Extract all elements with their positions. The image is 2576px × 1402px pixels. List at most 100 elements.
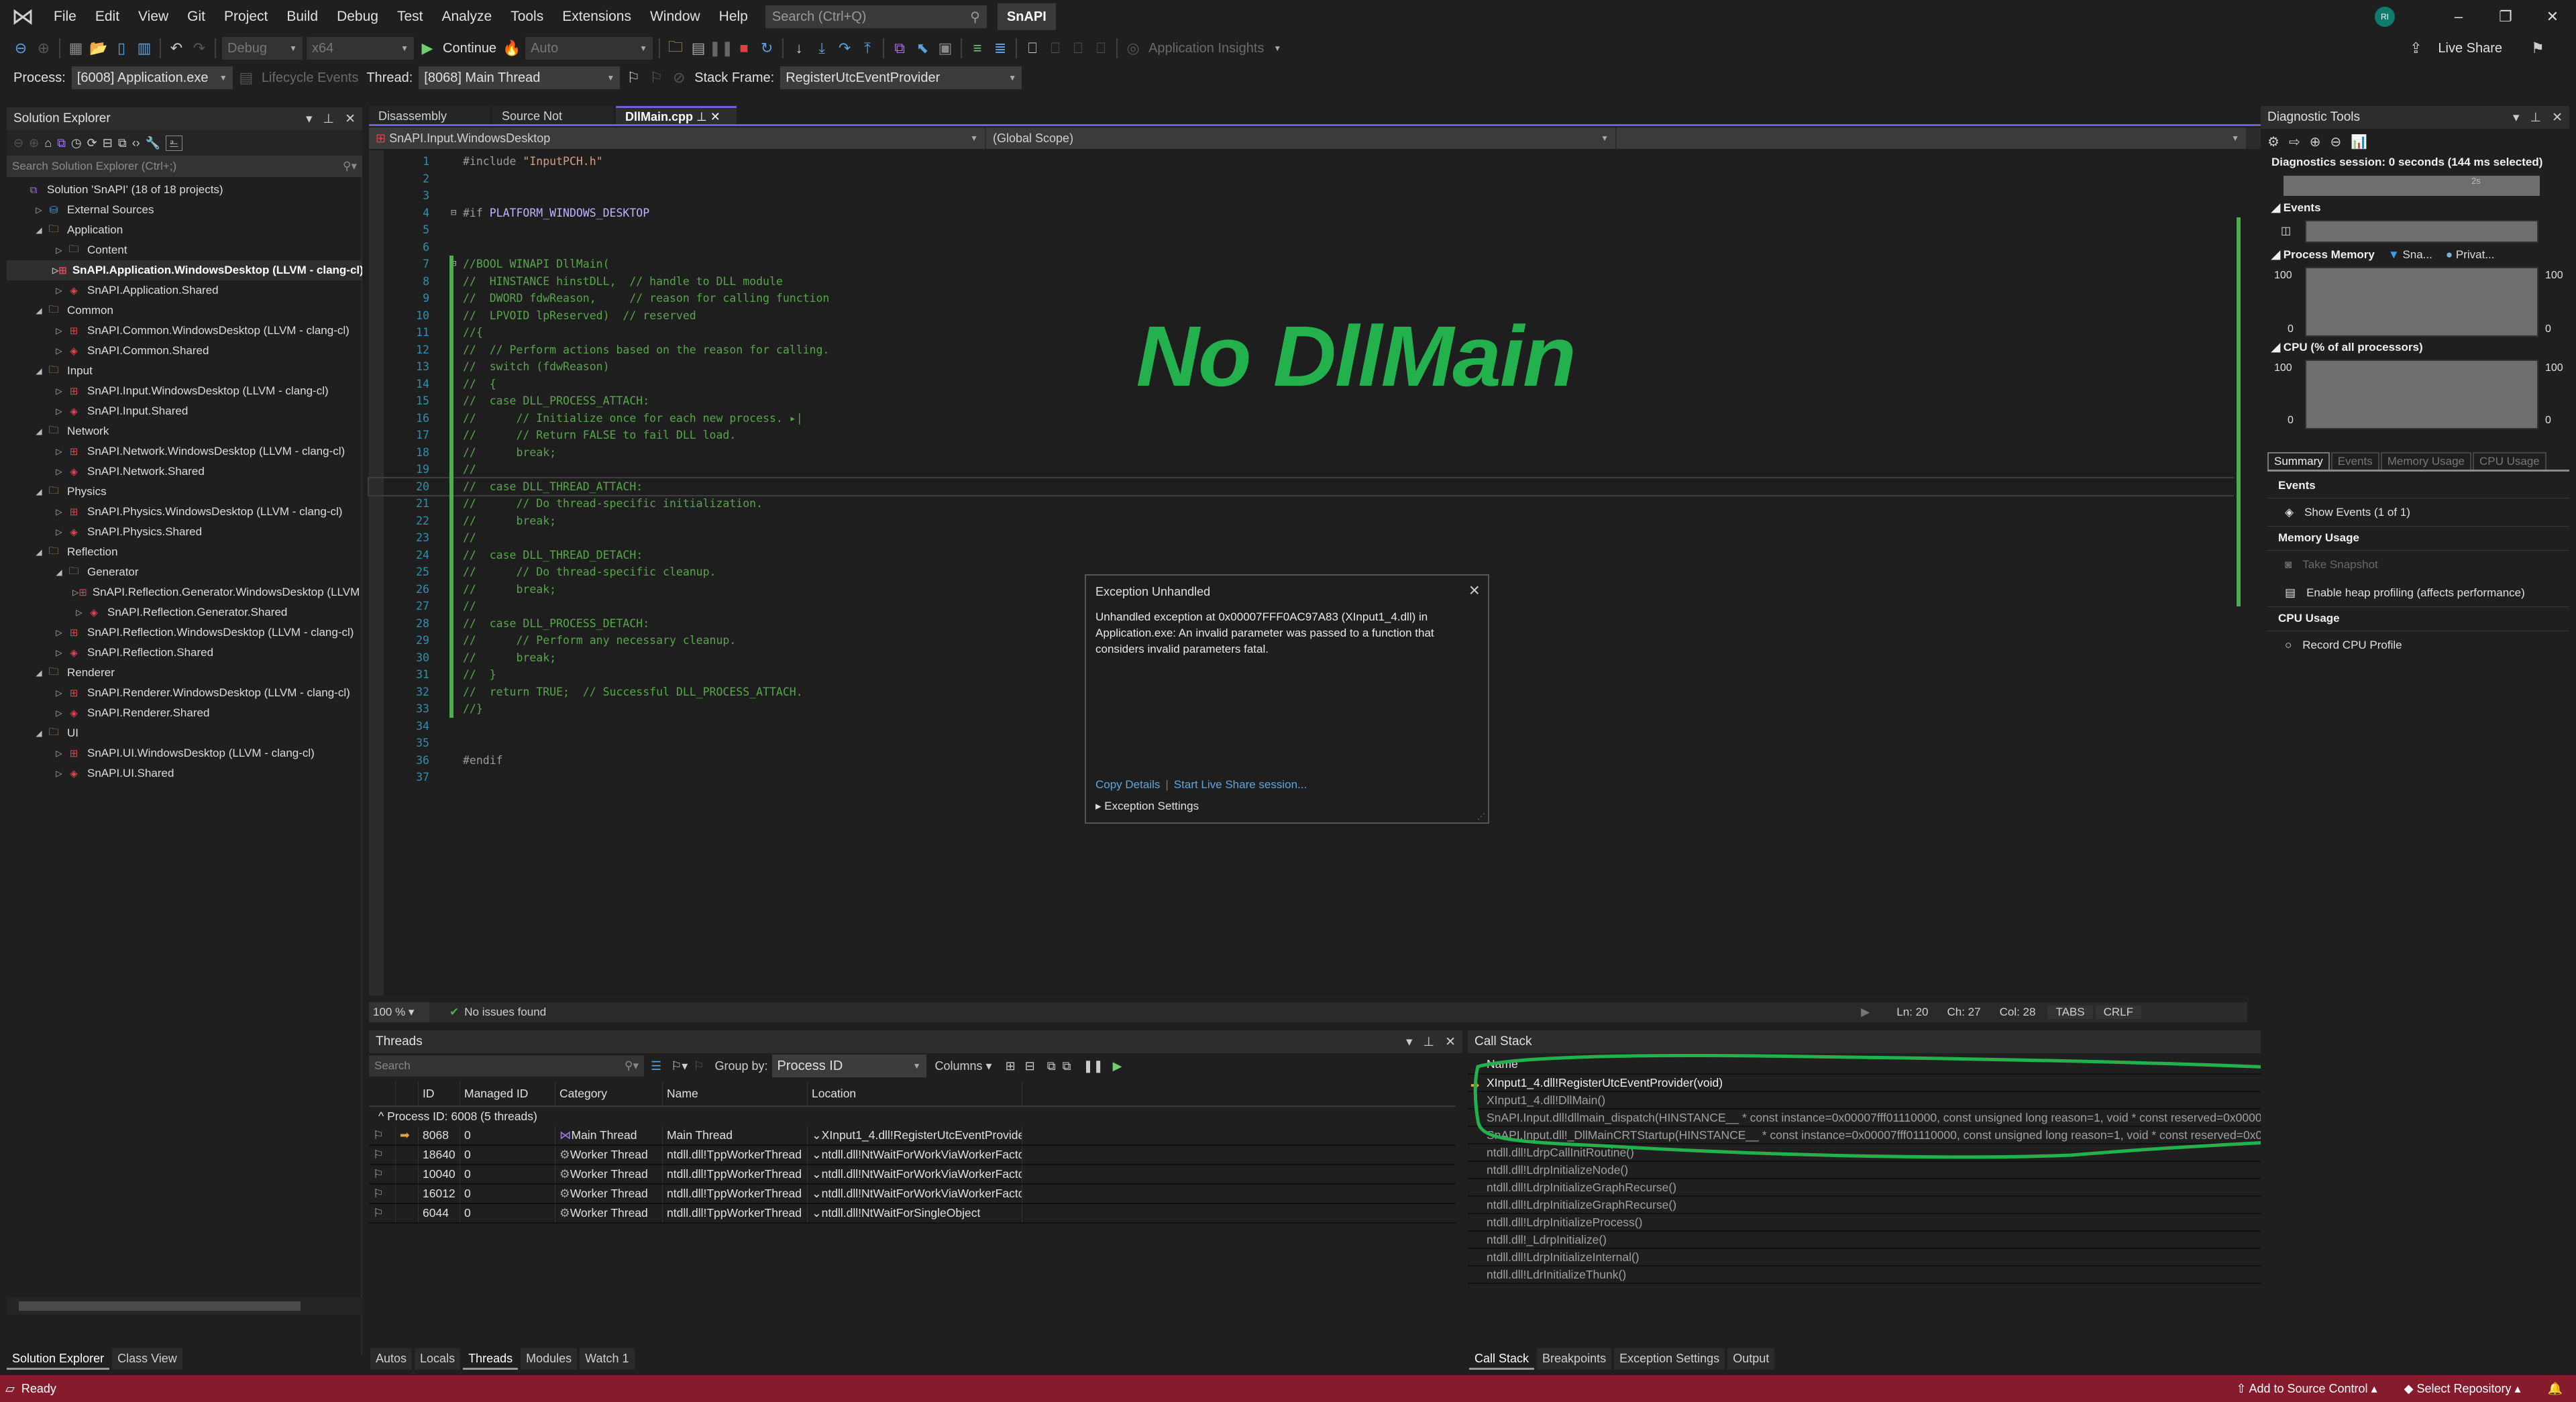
flag-just-my-code-icon[interactable]: ⚐ — [693, 1059, 704, 1073]
properties-wrench-icon[interactable]: 🔧 — [146, 136, 160, 150]
tree-item[interactable]: ▷ ⊞ SnAPI.Input.WindowsDesktop (LLVM - cla… — [7, 381, 362, 401]
tree-item[interactable]: ◢ 🗀 Network — [7, 421, 362, 441]
thread-dropdown[interactable]: [8068] Main Thread ▼ — [419, 66, 621, 89]
cpu-section-label[interactable]: ◢ CPU (% of all processors) — [2271, 341, 2423, 354]
expand-stack-chevron-icon[interactable]: ⌄ — [812, 1167, 822, 1181]
collapse-all-callstacks-icon[interactable]: ⧉ — [1063, 1059, 1071, 1073]
line-endings[interactable]: CRLF — [2095, 1006, 2142, 1019]
column-header[interactable] — [396, 1081, 419, 1106]
menu-item-debug[interactable]: Debug — [327, 0, 388, 34]
flag-cell[interactable]: ⚐ — [369, 1165, 396, 1183]
hex-display-icon[interactable]: ⧉ — [888, 37, 911, 60]
timeline-ruler[interactable]: 2s — [2271, 176, 2540, 196]
expand-chevron-icon[interactable]: ^ — [378, 1110, 387, 1123]
take-snapshot-button[interactable]: ◙ Take Snapshot — [2285, 558, 2378, 572]
code-line[interactable]: 24 // case DLL_THREAD_DETACH: — [369, 547, 2241, 564]
expand-groups-icon[interactable]: ⊞ — [1006, 1059, 1016, 1073]
collapsed-triangle-icon[interactable]: ▷ — [52, 407, 66, 416]
step-over-icon[interactable]: ↷ — [833, 37, 856, 60]
redo-icon[interactable]: ↷ — [188, 37, 211, 60]
flag-cell[interactable]: ⚐ — [369, 1185, 396, 1203]
pause-events-icon[interactable]: ◫ — [2281, 224, 2291, 237]
code-editor[interactable]: 1 #include "InputPCH.h" 2 3 4 #if PLATFORM_WI… — [368, 150, 2247, 995]
location-cell[interactable]: ⌄ ntdll.dll!NtWaitForWorkViaWorkerFactor… — [808, 1146, 1022, 1164]
uncomment-lines-icon[interactable]: ≣ — [989, 37, 1012, 60]
indent-mode[interactable]: TABS — [2047, 1006, 2093, 1019]
char-indicator[interactable]: Ch: 27 — [1947, 1006, 1981, 1019]
collapsed-triangle-icon[interactable]: ▷ — [52, 769, 66, 778]
pin-icon[interactable]: ⊥ — [693, 110, 710, 123]
columns-dropdown[interactable]: Columns ▾ — [935, 1059, 992, 1073]
code-line[interactable]: 23 // — [369, 529, 2241, 547]
expanded-triangle-icon[interactable]: ◢ — [32, 668, 46, 678]
tree-item[interactable]: ⧉ Solution 'SnAPI' (18 of 18 projects) — [7, 180, 362, 200]
menu-item-extensions[interactable]: Extensions — [553, 0, 641, 34]
live-share-button[interactable]: Live Share — [2438, 41, 2502, 56]
collapsed-triangle-icon[interactable]: ▷ — [52, 447, 66, 456]
menu-item-window[interactable]: Window — [641, 0, 710, 34]
step-out-icon[interactable]: ⤒ — [856, 37, 879, 60]
column-indicator[interactable]: Col: 28 — [2000, 1006, 2036, 1019]
save-all-icon[interactable]: ▥ — [133, 37, 156, 60]
code-line[interactable]: 17 // // Return FALSE to fail DLL load. — [369, 427, 2241, 444]
hot-reload-mode-dropdown[interactable]: Auto ▼ — [525, 37, 653, 60]
expand-callstacks-icon[interactable]: ☰ — [651, 1059, 661, 1073]
collapsed-triangle-icon[interactable]: ▷ — [52, 286, 66, 295]
flag-icon[interactable]: ⚐ — [373, 1148, 384, 1162]
tab-call-stack[interactable]: Call Stack — [1469, 1348, 1535, 1370]
zoom-out-icon[interactable]: ⊖ — [2330, 133, 2341, 150]
process-dropdown[interactable]: [6008] Application.exe ▼ — [71, 66, 233, 89]
window-position-icon[interactable]: ▾ — [1406, 1035, 1413, 1049]
tree-item[interactable]: ▷ 🗀 Content — [7, 240, 362, 260]
tree-item[interactable]: ◢ 🗀 UI — [7, 723, 362, 743]
flag-icon[interactable]: ⚐▾ — [671, 1059, 688, 1073]
code-line[interactable]: 22 // break; — [369, 513, 2241, 530]
selection-handle[interactable] — [2271, 176, 2284, 196]
collapsed-triangle-icon[interactable]: ▷ — [52, 346, 66, 356]
tree-item[interactable]: ◢ 🗀 Input — [7, 361, 362, 381]
record-cpu-profile-button[interactable]: ○ Record CPU Profile — [2285, 639, 2402, 652]
close-tab-icon[interactable]: ✕ — [710, 110, 720, 123]
menu-item-project[interactable]: Project — [215, 0, 277, 34]
thread-row[interactable]: ⚐ 10040 0 ⚙ Worker Thread ntdll.dll!TppWorke… — [369, 1165, 1456, 1185]
sync-icon[interactable]: ⟳ — [87, 136, 97, 150]
close-window-button[interactable]: ✕ — [2529, 8, 2576, 25]
pin-icon[interactable]: ⊥ — [1424, 1035, 1435, 1049]
tree-item[interactable]: ◢ 🗀 Renderer — [7, 663, 362, 683]
tree-item[interactable]: ◢ 🗀 Generator — [7, 562, 362, 582]
add-to-source-control-button[interactable]: ⇧ Add to Source Control ▴ — [2236, 1382, 2377, 1396]
tree-item[interactable]: ▷ ⊞ SnAPI.Renderer.WindowsDesktop (LLVM - … — [7, 683, 362, 703]
preview-selected-icon[interactable]: ⎁ — [166, 135, 182, 151]
tab-watch-1[interactable]: Watch 1 — [580, 1348, 635, 1370]
column-header[interactable]: ID — [419, 1081, 460, 1106]
tree-item[interactable]: ▷ ◈ SnAPI.UI.Shared — [7, 763, 362, 784]
switch-views-icon[interactable]: ⧉ — [57, 136, 66, 150]
expanded-triangle-icon[interactable]: ◢ — [32, 366, 46, 376]
diag-tab-cpu-usage[interactable]: CPU Usage — [2472, 452, 2546, 470]
menu-item-build[interactable]: Build — [277, 0, 327, 34]
member-dropdown[interactable]: ▼ — [1617, 127, 2247, 149]
next-bookmark-icon[interactable]: ⎕ — [1067, 37, 1089, 60]
enable-heap-profiling-toggle[interactable]: ▤ Enable heap profiling (affects performa… — [2285, 586, 2525, 600]
code-line[interactable]: 2 — [369, 170, 2241, 188]
back-icon[interactable]: ⊖ — [13, 136, 23, 150]
configuration-dropdown[interactable]: Debug ▼ — [222, 37, 303, 60]
expanded-triangle-icon[interactable]: ◢ — [32, 427, 46, 436]
pending-changes-filter-icon[interactable]: ◷ — [71, 136, 82, 150]
tab-threads[interactable]: Threads — [463, 1348, 519, 1370]
code-line[interactable]: 19 // — [369, 461, 2241, 478]
pin-icon[interactable]: ⊥ — [323, 112, 335, 126]
tree-item[interactable]: ◢ 🗀 Application — [7, 220, 362, 240]
expanded-triangle-icon[interactable]: ◢ — [32, 225, 46, 235]
project-dropdown[interactable]: ⊞ SnAPI.Input.WindowsDesktop ▼ — [369, 127, 986, 149]
collapse-groups-icon[interactable]: ⊟ — [1025, 1059, 1035, 1073]
thread-row[interactable]: ⚐ ➡ 8068 0 ⋈ Main Thread Main Thread ⌄ XInput1… — [369, 1126, 1456, 1146]
flag-icon[interactable]: ⚐ — [373, 1206, 384, 1220]
expand-stack-chevron-icon[interactable]: ⌄ — [812, 1206, 822, 1220]
collapsed-triangle-icon[interactable]: ▷ — [52, 467, 66, 476]
device-icon[interactable]: ▤ — [687, 37, 710, 60]
tab-breakpoints[interactable]: Breakpoints — [1537, 1348, 1612, 1370]
resize-grip-icon[interactable]: ⋰ — [1477, 812, 1485, 821]
flag-icon[interactable]: ⚐ — [373, 1187, 384, 1201]
minimize-button[interactable]: – — [2435, 8, 2482, 25]
